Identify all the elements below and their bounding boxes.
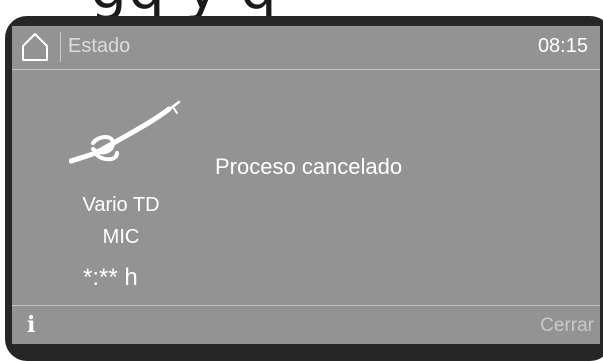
clock: 08:15 <box>537 35 588 57</box>
header-divider <box>60 32 61 62</box>
footer-bar: i Cerrar <box>12 305 600 344</box>
close-button[interactable]: Cerrar <box>540 315 594 337</box>
info-icon[interactable]: i <box>27 312 35 338</box>
header-bar: Estado 08:15 <box>12 26 600 70</box>
page-title: Estado <box>68 35 131 57</box>
home-icon[interactable] <box>20 32 50 62</box>
display-screen: Estado 08:15 Vario TD MIC *:** h Proceso… <box>12 26 600 344</box>
instrument-nozzle-icon <box>69 99 181 164</box>
status-message: Proceso cancelado <box>215 154 403 179</box>
program-name: Vario TD <box>82 194 160 216</box>
program-mode: MIC <box>102 226 140 248</box>
remaining-time: *:** h <box>83 264 138 291</box>
